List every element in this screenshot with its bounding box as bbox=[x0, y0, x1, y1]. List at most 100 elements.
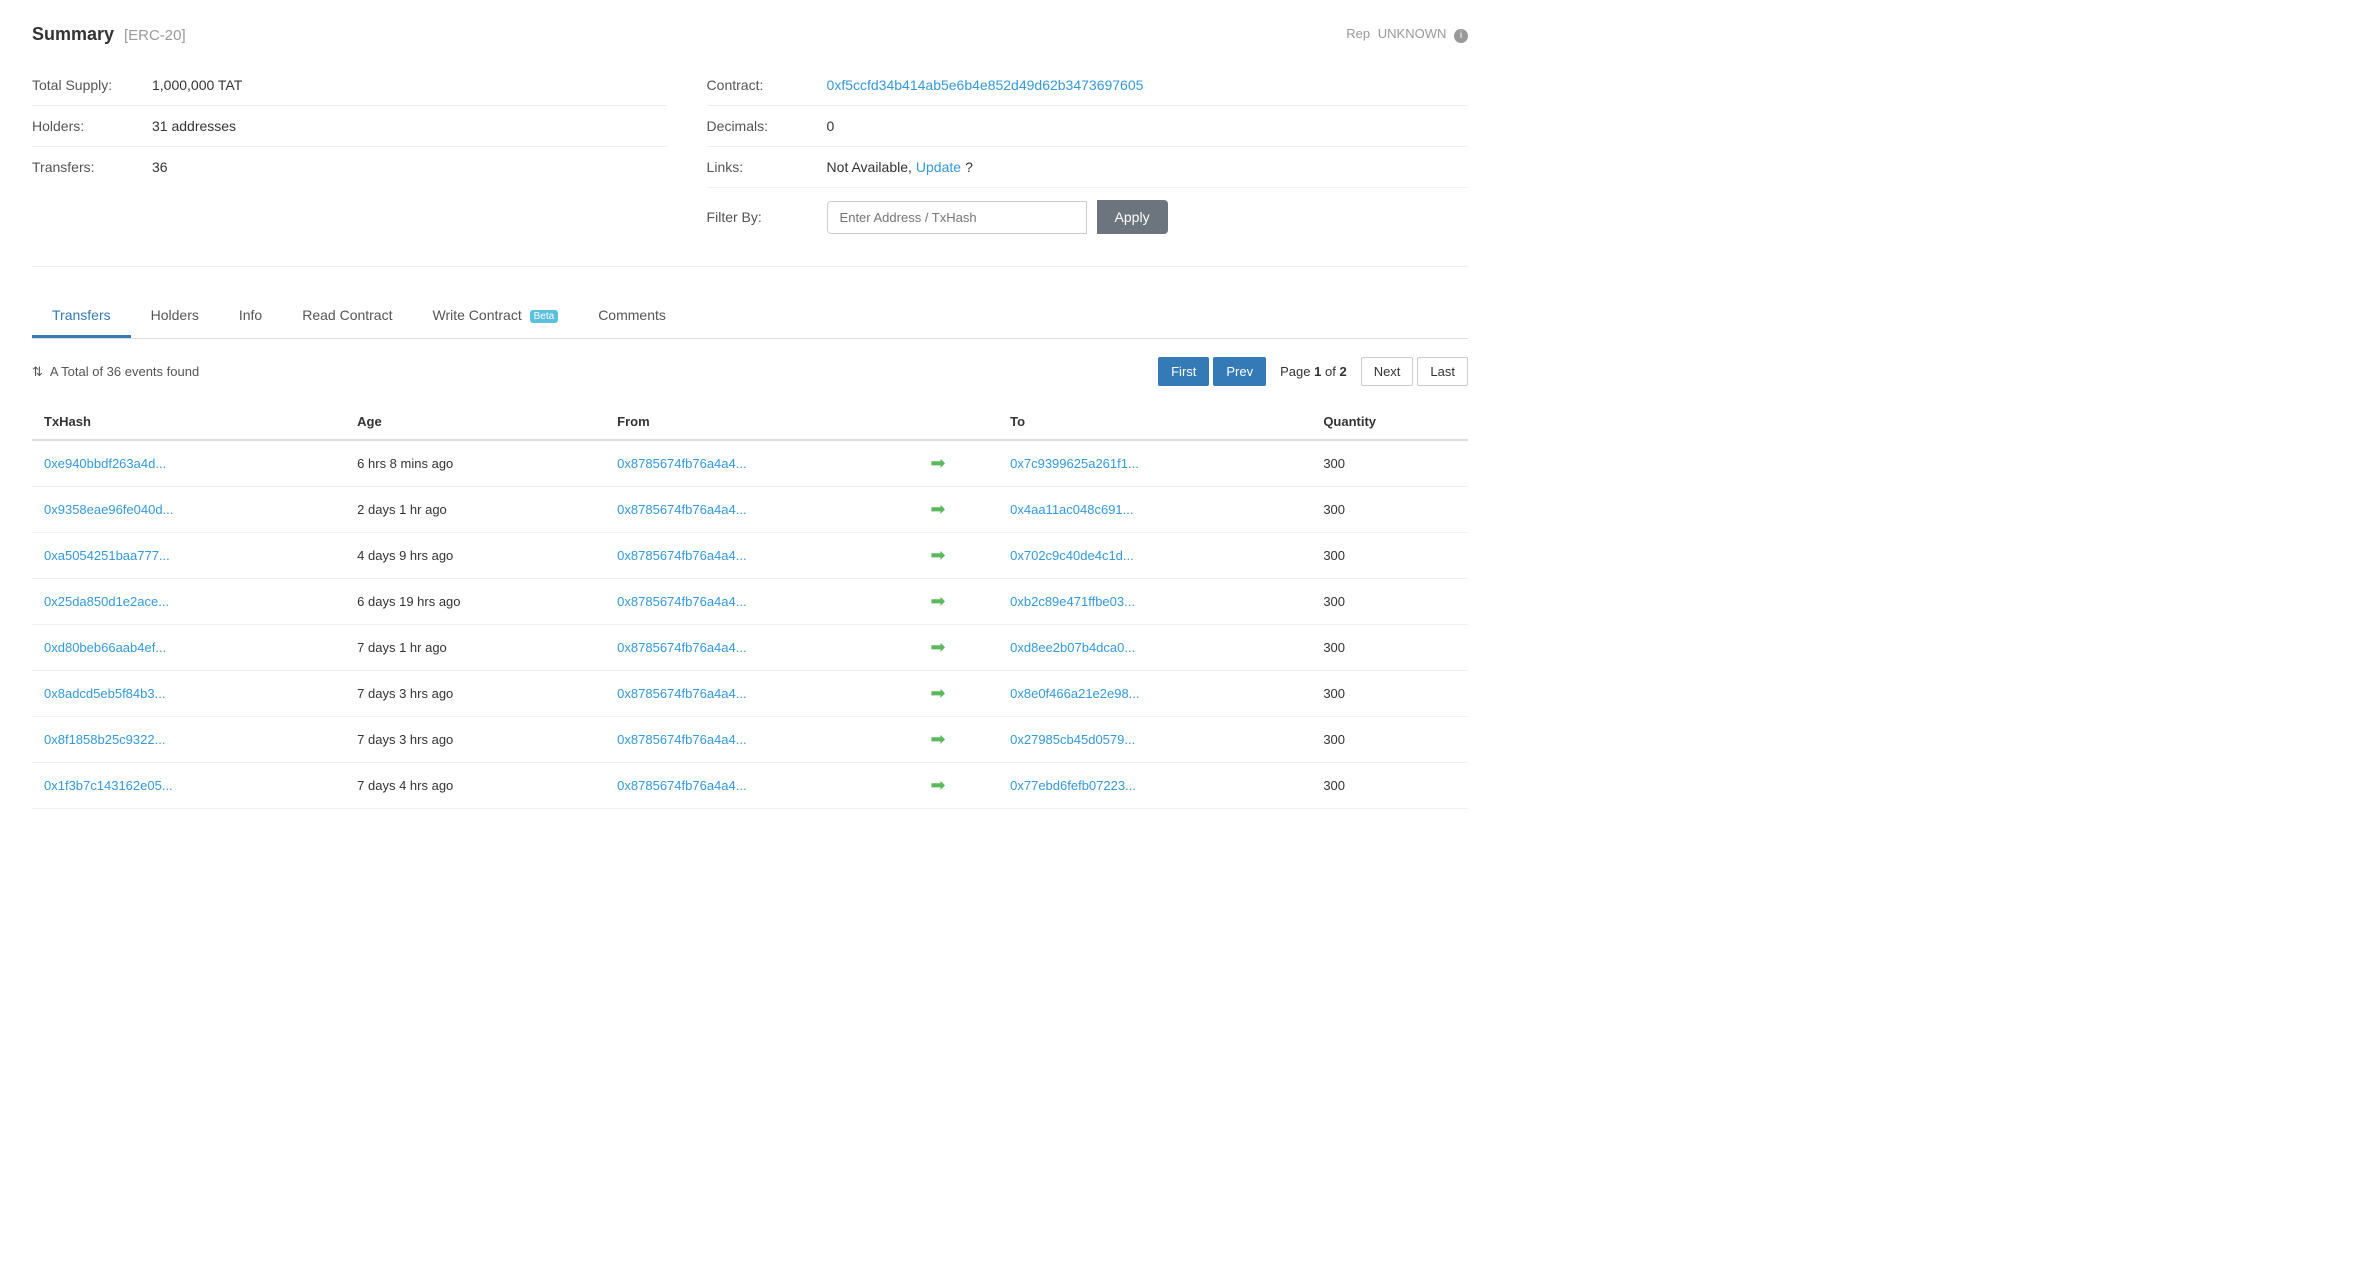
to-link[interactable]: 0xd8ee2b07b4dca0... bbox=[1010, 640, 1135, 655]
arrow-right-icon: ➡ bbox=[930, 775, 945, 796]
cell-txhash: 0x8f1858b25c9322... bbox=[32, 717, 345, 763]
holders-value: 31 addresses bbox=[152, 118, 236, 134]
tabs-bar: Transfers Holders Info Read Contract Wri… bbox=[32, 295, 1468, 339]
cell-age: 7 days 3 hrs ago bbox=[345, 671, 605, 717]
cell-quantity: 300 bbox=[1311, 717, 1468, 763]
holders-row: Holders: 31 addresses bbox=[32, 106, 667, 147]
cell-txhash: 0x8adcd5eb5f84b3... bbox=[32, 671, 345, 717]
cell-age: 7 days 4 hrs ago bbox=[345, 763, 605, 809]
cell-arrow: ➡ bbox=[918, 440, 998, 487]
to-link[interactable]: 0x27985cb45d0579... bbox=[1010, 732, 1135, 747]
arrow-right-icon: ➡ bbox=[930, 545, 945, 566]
cell-age: 6 days 19 hrs ago bbox=[345, 579, 605, 625]
arrow-right-icon: ➡ bbox=[930, 683, 945, 704]
cell-from: 0x8785674fb76a4a4... bbox=[605, 487, 918, 533]
from-link[interactable]: 0x8785674fb76a4a4... bbox=[617, 548, 746, 563]
cell-age: 2 days 1 hr ago bbox=[345, 487, 605, 533]
contract-link[interactable]: 0xf5ccfd34b414ab5e6b4e852d49d62b34736976… bbox=[827, 77, 1144, 93]
from-link[interactable]: 0x8785674fb76a4a4... bbox=[617, 686, 746, 701]
to-link[interactable]: 0x4aa11ac048c691... bbox=[1010, 502, 1133, 517]
to-link[interactable]: 0x702c9c40de4c1d... bbox=[1010, 548, 1134, 563]
cell-age: 7 days 1 hr ago bbox=[345, 625, 605, 671]
cell-to: 0xd8ee2b07b4dca0... bbox=[998, 625, 1311, 671]
cell-quantity: 300 bbox=[1311, 533, 1468, 579]
to-link[interactable]: 0xb2c89e471ffbe03... bbox=[1010, 594, 1135, 609]
tab-transfers[interactable]: Transfers bbox=[32, 295, 131, 338]
tab-write-contract[interactable]: Write Contract Beta bbox=[413, 295, 579, 338]
cell-age: 6 hrs 8 mins ago bbox=[345, 440, 605, 487]
txhash-link[interactable]: 0xe940bbdf263a4d... bbox=[44, 456, 166, 471]
cell-quantity: 300 bbox=[1311, 625, 1468, 671]
txhash-link[interactable]: 0x8adcd5eb5f84b3... bbox=[44, 686, 165, 701]
holders-label: Holders: bbox=[32, 118, 152, 134]
txhash-link[interactable]: 0x1f3b7c143162e05... bbox=[44, 778, 173, 793]
cell-arrow: ➡ bbox=[918, 533, 998, 579]
tab-comments[interactable]: Comments bbox=[578, 295, 686, 338]
to-link[interactable]: 0x7c9399625a261f1... bbox=[1010, 456, 1139, 471]
first-button[interactable]: First bbox=[1158, 357, 1209, 386]
summary-right: Contract: 0xf5ccfd34b414ab5e6b4e852d49d6… bbox=[707, 65, 1468, 246]
links-not-available: Not Available, bbox=[827, 159, 912, 175]
txhash-link[interactable]: 0xa5054251baa777... bbox=[44, 548, 170, 563]
table-header-row: TxHash Age From To Quantity bbox=[32, 404, 1468, 440]
apply-button[interactable]: Apply bbox=[1097, 200, 1168, 234]
decimals-value: 0 bbox=[827, 118, 835, 134]
total-supply-value: 1,000,000 TAT bbox=[152, 77, 242, 93]
tab-holders[interactable]: Holders bbox=[131, 295, 219, 338]
filter-input[interactable] bbox=[827, 201, 1087, 234]
to-link[interactable]: 0x77ebd6fefb07223... bbox=[1010, 778, 1136, 793]
txhash-link[interactable]: 0xd80beb66aab4ef... bbox=[44, 640, 166, 655]
summary-left: Total Supply: 1,000,000 TAT Holders: 31 … bbox=[32, 65, 667, 246]
cell-age: 4 days 9 hrs ago bbox=[345, 533, 605, 579]
cell-arrow: ➡ bbox=[918, 625, 998, 671]
links-question: ? bbox=[965, 159, 973, 175]
txhash-link[interactable]: 0x9358eae96fe040d... bbox=[44, 502, 173, 517]
summary-header: Summary [ERC-20] Rep UNKNOWN i bbox=[32, 24, 1468, 45]
next-button[interactable]: Next bbox=[1361, 357, 1414, 386]
cell-from: 0x8785674fb76a4a4... bbox=[605, 440, 918, 487]
tab-read-contract[interactable]: Read Contract bbox=[282, 295, 412, 338]
cell-from: 0x8785674fb76a4a4... bbox=[605, 625, 918, 671]
from-link[interactable]: 0x8785674fb76a4a4... bbox=[617, 456, 746, 471]
links-row: Links: Not Available, Update ? bbox=[707, 147, 1468, 188]
arrow-right-icon: ➡ bbox=[930, 453, 945, 474]
links-label: Links: bbox=[707, 159, 827, 175]
page-info: Page 1 of 2 bbox=[1270, 358, 1357, 385]
from-link[interactable]: 0x8785674fb76a4a4... bbox=[617, 502, 746, 517]
txhash-link[interactable]: 0x8f1858b25c9322... bbox=[44, 732, 165, 747]
beta-badge: Beta bbox=[530, 310, 559, 323]
col-age: Age bbox=[345, 404, 605, 440]
cell-txhash: 0x1f3b7c143162e05... bbox=[32, 763, 345, 809]
table-row: 0xd80beb66aab4ef... 7 days 1 hr ago 0x87… bbox=[32, 625, 1468, 671]
txhash-link[interactable]: 0x25da850d1e2ace... bbox=[44, 594, 169, 609]
contract-label: Contract: bbox=[707, 77, 827, 93]
table-row: 0x1f3b7c143162e05... 7 days 4 hrs ago 0x… bbox=[32, 763, 1468, 809]
cell-txhash: 0xd80beb66aab4ef... bbox=[32, 625, 345, 671]
to-link[interactable]: 0x8e0f466a21e2e98... bbox=[1010, 686, 1139, 701]
cell-arrow: ➡ bbox=[918, 487, 998, 533]
cell-txhash: 0xe940bbdf263a4d... bbox=[32, 440, 345, 487]
from-link[interactable]: 0x8785674fb76a4a4... bbox=[617, 732, 746, 747]
from-link[interactable]: 0x8785674fb76a4a4... bbox=[617, 640, 746, 655]
cell-from: 0x8785674fb76a4a4... bbox=[605, 579, 918, 625]
last-button[interactable]: Last bbox=[1417, 357, 1468, 386]
cell-from: 0x8785674fb76a4a4... bbox=[605, 763, 918, 809]
arrow-right-icon: ➡ bbox=[930, 729, 945, 750]
filter-input-group: Apply bbox=[827, 200, 1168, 234]
total-supply-label: Total Supply: bbox=[32, 77, 152, 93]
tab-info[interactable]: Info bbox=[219, 295, 282, 338]
cell-to: 0x4aa11ac048c691... bbox=[998, 487, 1311, 533]
arrow-right-icon: ➡ bbox=[930, 591, 945, 612]
total-supply-row: Total Supply: 1,000,000 TAT bbox=[32, 65, 667, 106]
cell-arrow: ➡ bbox=[918, 671, 998, 717]
cell-from: 0x8785674fb76a4a4... bbox=[605, 533, 918, 579]
prev-button[interactable]: Prev bbox=[1213, 357, 1266, 386]
from-link[interactable]: 0x8785674fb76a4a4... bbox=[617, 778, 746, 793]
from-link[interactable]: 0x8785674fb76a4a4... bbox=[617, 594, 746, 609]
col-txhash: TxHash bbox=[32, 404, 345, 440]
cell-from: 0x8785674fb76a4a4... bbox=[605, 717, 918, 763]
links-update[interactable]: Update bbox=[916, 159, 961, 175]
table-row: 0xe940bbdf263a4d... 6 hrs 8 mins ago 0x8… bbox=[32, 440, 1468, 487]
cell-age: 7 days 3 hrs ago bbox=[345, 717, 605, 763]
cell-arrow: ➡ bbox=[918, 717, 998, 763]
